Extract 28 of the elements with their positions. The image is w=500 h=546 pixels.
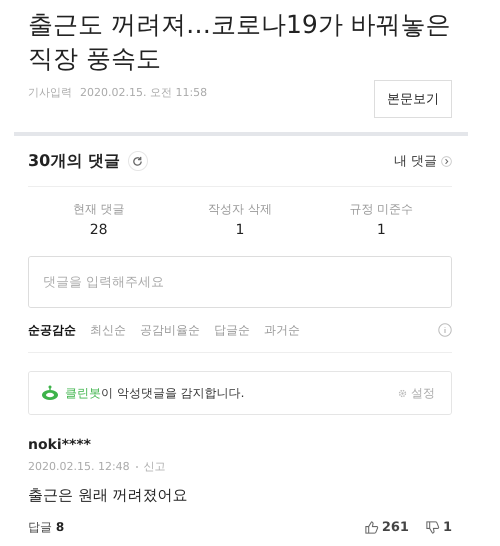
article-title: 출근도 꺼려져…코로나19가 바꿔놓은 직장 풍속도 [28, 9, 452, 75]
view-article-button[interactable]: 본문보기 [374, 80, 452, 118]
cleanbot-notice: 클린봇이 악성댓글을 감지합니다. [65, 384, 244, 402]
stat-value: 28 [90, 222, 108, 238]
stat-label: 작성자 삭제 [208, 201, 272, 218]
thumbs-down-icon [424, 520, 440, 535]
comment-text: 출근은 원래 꺼려졌어요 [28, 486, 189, 505]
stat-value: 1 [376, 222, 386, 238]
comment-author: noki**** [28, 437, 92, 453]
comment-count: 30개의 댓글 [28, 150, 120, 172]
stat-label: 규정 미준수 [349, 201, 414, 218]
article-date: 2020.02.15. 오전 11:58 [80, 84, 208, 100]
chevron-right-icon [441, 156, 452, 166]
comment-date: 2020.02.15. 12:48 [28, 460, 130, 473]
comment-input-field[interactable]: 댓글을 입력해주세요 [28, 256, 452, 308]
stat-label: 현재 댓글 [72, 201, 125, 218]
like-button[interactable]: 261 [364, 520, 409, 535]
robot-icon [41, 385, 59, 401]
stat-value: 1 [236, 222, 244, 238]
reply-button[interactable]: 답글 8 [28, 519, 64, 536]
settings-icon [397, 388, 408, 398]
dislike-button[interactable]: 1 [424, 520, 452, 535]
thumbs-up-icon [364, 520, 379, 535]
sort-tab[interactable]: 순공감순 [28, 322, 76, 338]
date-label: 기사입력 [28, 84, 72, 100]
refresh-icon [132, 156, 144, 166]
my-comments-link[interactable]: 내 댓글 [394, 152, 452, 170]
refresh-button[interactable] [128, 151, 148, 171]
